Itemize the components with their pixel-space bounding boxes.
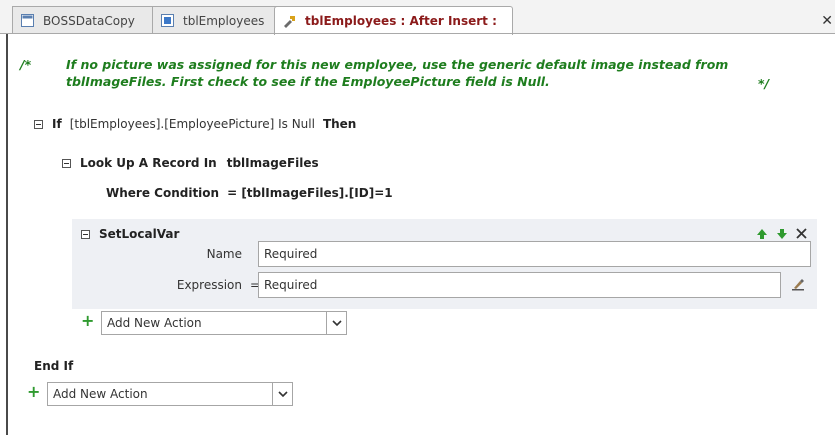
setlocalvar-title: SetLocalVar	[99, 227, 180, 241]
if-keyword: If	[52, 117, 62, 131]
if-row[interactable]: If [tblEmployees].[EmployeePicture] Is N…	[34, 116, 356, 132]
tab-label: BOSSDataCopy	[43, 13, 135, 28]
setlocalvar-header: SetLocalVar	[81, 226, 179, 242]
macro-left-border	[6, 34, 8, 435]
collapse-icon[interactable]	[81, 229, 90, 239]
tab-tblemployees[interactable]: tblEmployees	[152, 6, 277, 34]
database-icon	[21, 14, 34, 27]
expression-value: Required	[264, 278, 318, 292]
where-label: Where Condition	[106, 186, 220, 200]
tab-label: tblEmployees : After Insert :	[305, 14, 497, 28]
end-if-row: End If	[34, 358, 73, 374]
add-icon: +	[27, 382, 41, 401]
chevron-down-icon[interactable]	[326, 312, 346, 334]
collapse-icon[interactable]	[62, 158, 71, 168]
then-keyword: Then	[322, 117, 357, 131]
lookup-row[interactable]: Look Up A Record In tblImageFiles	[62, 155, 319, 171]
tab-strip-border	[0, 33, 835, 34]
expression-field[interactable]: Required	[258, 272, 781, 298]
inner-add-new-action-dropdown[interactable]: Add New Action	[101, 311, 347, 335]
close-icon[interactable]: ✕	[821, 13, 833, 29]
expression-builder-icon[interactable]	[791, 277, 805, 291]
where-condition-row[interactable]: Where Condition = [tblImageFiles].[ID]=1	[106, 185, 393, 201]
add-icon: +	[81, 311, 95, 330]
collapse-icon[interactable]	[34, 119, 43, 129]
macro-icon	[284, 15, 295, 28]
lookup-label: Look Up A Record In	[80, 156, 217, 170]
name-field[interactable]: Required	[258, 241, 811, 267]
if-condition[interactable]: [tblEmployees].[EmployeePicture] Is Null	[70, 117, 315, 131]
comment-open: /*	[20, 57, 32, 72]
name-value: Required	[264, 247, 318, 261]
tab-label: tblEmployees	[183, 13, 265, 28]
comment-text: If no picture was assigned for this new …	[66, 57, 729, 89]
document-tab-strip: BOSSDataCopy tblEmployees tblEmployees :…	[0, 0, 835, 35]
chevron-down-icon[interactable]	[272, 383, 292, 405]
tab-after-insert-macro[interactable]: tblEmployees : After Insert :	[274, 6, 513, 35]
end-if-label: End If	[34, 359, 74, 373]
expression-label: Expression	[176, 278, 242, 292]
comment-close: */	[758, 76, 770, 91]
name-label: Name	[206, 247, 242, 261]
outer-add-new-action-dropdown[interactable]: Add New Action	[47, 382, 293, 406]
dropdown-value: Add New Action	[107, 316, 202, 330]
where-value[interactable]: = [tblImageFiles].[ID]=1	[227, 186, 393, 200]
delete-icon[interactable]	[795, 227, 808, 240]
table-icon	[161, 14, 174, 27]
tab-bossdatacopy[interactable]: BOSSDataCopy	[12, 6, 155, 34]
move-down-icon[interactable]	[776, 228, 788, 240]
dropdown-value: Add New Action	[53, 387, 148, 401]
setlocalvar-action-block[interactable]: SetLocalVar Name Required Expression = R…	[72, 219, 817, 309]
move-up-icon[interactable]	[756, 228, 768, 240]
lookup-table[interactable]: tblImageFiles	[227, 156, 319, 170]
